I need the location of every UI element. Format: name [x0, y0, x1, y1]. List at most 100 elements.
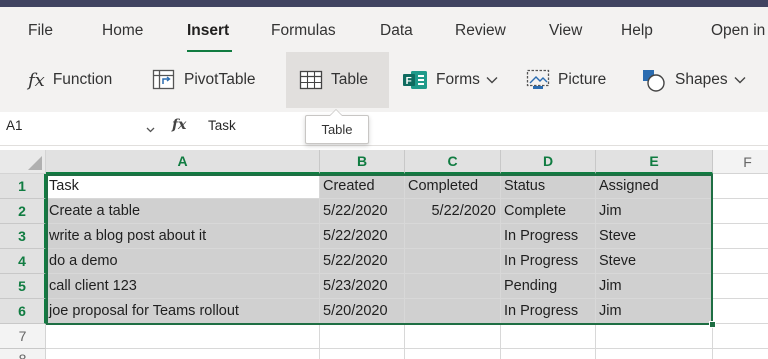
cell-a8[interactable] — [46, 349, 320, 359]
cell-b2[interactable]: 5/22/2020 — [320, 199, 405, 224]
table-icon — [299, 70, 323, 90]
spreadsheet-grid[interactable]: A B C D E F 1 2 3 4 5 6 7 8 Task Created… — [0, 150, 768, 359]
cell-c2[interactable]: 5/22/2020 — [405, 199, 501, 224]
cell-e2[interactable]: Jim — [596, 199, 713, 224]
column-header-b[interactable]: B — [320, 150, 405, 174]
cell-d1[interactable]: Status — [501, 174, 596, 199]
row-header-3[interactable]: 3 — [0, 224, 46, 249]
tab-formulas[interactable]: Formulas — [271, 22, 336, 40]
cell-a6[interactable]: joe proposal for Teams rollout — [46, 299, 320, 324]
cell-c6[interactable] — [405, 299, 501, 324]
column-header-a[interactable]: A — [46, 150, 320, 174]
row-header-1[interactable]: 1 — [0, 174, 46, 199]
insert-function-button[interactable]: fx Function — [28, 52, 112, 108]
tab-open-in-app[interactable]: Open in — [711, 22, 765, 40]
cell-b7[interactable] — [320, 324, 405, 349]
picture-button[interactable]: Picture — [526, 52, 606, 108]
fill-handle[interactable] — [709, 321, 716, 328]
column-header-c[interactable]: C — [405, 150, 501, 174]
cell-f1[interactable] — [713, 174, 768, 199]
svg-text:F: F — [406, 76, 412, 87]
cell-f5[interactable] — [713, 274, 768, 299]
row-header-5[interactable]: 5 — [0, 274, 46, 299]
tab-help[interactable]: Help — [621, 22, 653, 40]
shapes-button[interactable]: Shapes — [641, 52, 746, 108]
cell-d6[interactable]: In Progress — [501, 299, 596, 324]
row-header-8[interactable]: 8 — [0, 349, 46, 359]
insert-table-button[interactable]: Table — [286, 52, 389, 108]
row-header-7[interactable]: 7 — [0, 324, 46, 349]
shapes-icon — [641, 68, 667, 92]
pivottable-icon — [152, 69, 176, 91]
select-all-triangle-icon — [28, 156, 42, 170]
tooltip-caret-fill — [330, 110, 342, 116]
tab-file[interactable]: File — [28, 22, 53, 40]
cell-a4[interactable]: do a demo — [46, 249, 320, 274]
cell-d5[interactable]: Pending — [501, 274, 596, 299]
cell-f4[interactable] — [713, 249, 768, 274]
cell-b3[interactable]: 5/22/2020 — [320, 224, 405, 249]
cell-c5[interactable] — [405, 274, 501, 299]
cell-c1[interactable]: Completed — [405, 174, 501, 199]
cell-f3[interactable] — [713, 224, 768, 249]
row-header-6[interactable]: 6 — [0, 299, 46, 324]
tab-insert[interactable]: Insert — [187, 22, 229, 40]
column-header-e[interactable]: E — [596, 150, 713, 174]
cell-e8[interactable] — [596, 349, 713, 359]
cell-d7[interactable] — [501, 324, 596, 349]
table-tooltip: Table — [305, 115, 369, 144]
cell-c7[interactable] — [405, 324, 501, 349]
cell-a5[interactable]: call client 123 — [46, 274, 320, 299]
cell-e1[interactable]: Assigned — [596, 174, 713, 199]
cell-e4[interactable]: Steve — [596, 249, 713, 274]
row-header-2[interactable]: 2 — [0, 199, 46, 224]
cell-e5[interactable]: Jim — [596, 274, 713, 299]
ribbon: fx Function PivotTable Table F Forms Pic… — [0, 52, 768, 112]
cell-b1[interactable]: Created — [320, 174, 405, 199]
formula-input[interactable]: Task — [208, 118, 236, 133]
select-all-corner[interactable] — [0, 150, 46, 174]
cell-d2[interactable]: Complete — [501, 199, 596, 224]
pivottable-label: PivotTable — [184, 71, 256, 88]
name-box-chevron-down-icon[interactable] — [146, 120, 155, 138]
name-box[interactable]: A1 — [6, 118, 23, 133]
tab-view[interactable]: View — [549, 22, 582, 40]
formula-bar: A1 fx Task — [0, 112, 768, 146]
cell-f2[interactable] — [713, 199, 768, 224]
forms-chevron-down-icon — [486, 76, 498, 84]
cell-b8[interactable] — [320, 349, 405, 359]
cell-d8[interactable] — [501, 349, 596, 359]
shapes-chevron-down-icon — [734, 76, 746, 84]
column-header-f[interactable]: F — [713, 150, 768, 174]
cell-b6[interactable]: 5/20/2020 — [320, 299, 405, 324]
cell-b4[interactable]: 5/22/2020 — [320, 249, 405, 274]
cell-e3[interactable]: Steve — [596, 224, 713, 249]
tab-data[interactable]: Data — [380, 22, 413, 40]
pivottable-button[interactable]: PivotTable — [152, 52, 256, 108]
cell-e6[interactable]: Jim — [596, 299, 713, 324]
cell-a3[interactable]: write a blog post about it — [46, 224, 320, 249]
cell-e7[interactable] — [596, 324, 713, 349]
forms-icon: F — [402, 69, 428, 91]
cell-c4[interactable] — [405, 249, 501, 274]
column-header-d[interactable]: D — [501, 150, 596, 174]
shapes-label: Shapes — [675, 71, 728, 88]
cell-c8[interactable] — [405, 349, 501, 359]
row-header-4[interactable]: 4 — [0, 249, 46, 274]
cell-b5[interactable]: 5/23/2020 — [320, 274, 405, 299]
cell-a2[interactable]: Create a table — [46, 199, 320, 224]
cell-f6[interactable] — [713, 299, 768, 324]
cell-c3[interactable] — [405, 224, 501, 249]
cell-f7[interactable] — [713, 324, 768, 349]
tab-review[interactable]: Review — [455, 22, 506, 40]
function-icon: fx — [28, 69, 45, 91]
cell-d3[interactable]: In Progress — [501, 224, 596, 249]
cell-d4[interactable]: In Progress — [501, 249, 596, 274]
cell-a1[interactable]: Task — [46, 174, 320, 199]
tab-home[interactable]: Home — [102, 22, 143, 40]
insert-function-label: Function — [52, 71, 113, 88]
cell-a7[interactable] — [46, 324, 320, 349]
insert-function-icon[interactable]: fx — [172, 117, 186, 133]
cell-f8[interactable] — [713, 349, 768, 359]
forms-button[interactable]: F Forms — [402, 52, 498, 108]
